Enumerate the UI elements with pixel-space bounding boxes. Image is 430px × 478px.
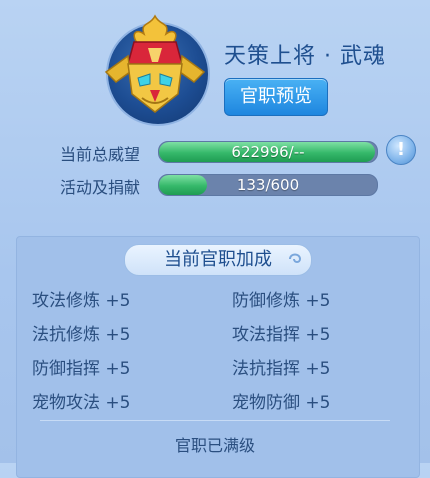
- swirl-right-icon: [289, 253, 302, 263]
- character-title: 天策上将 · 武魂: [224, 44, 386, 69]
- bonus-item: 防御修炼 +5: [232, 291, 331, 311]
- activity-value: 133/600: [236, 176, 300, 194]
- bonus-item: 攻法修炼 +5: [32, 291, 131, 311]
- divider: [40, 420, 390, 421]
- exclamation-icon[interactable]: !: [386, 135, 416, 165]
- bonus-item: 攻法指挥 +5: [232, 325, 331, 345]
- bonus-item: 防御指挥 +5: [32, 359, 131, 379]
- activity-bar: 133/600: [158, 174, 378, 196]
- prestige-bar: 622996/--: [158, 141, 378, 163]
- prestige-value: 622996/--: [231, 143, 305, 161]
- activity-label: 活动及捐献: [60, 178, 141, 197]
- bonus-item: 宠物攻法 +5: [32, 393, 131, 413]
- warrior-helmet-icon: [100, 12, 210, 124]
- bonus-item: 宠物防御 +5: [232, 393, 331, 413]
- rank-preview-button[interactable]: 官职预览: [224, 78, 328, 116]
- helmet-graphic: [104, 14, 206, 113]
- bonus-item: 法抗指挥 +5: [232, 359, 331, 379]
- prestige-label: 当前总威望: [60, 145, 141, 164]
- rank-max-status: 官职已满级: [174, 436, 255, 455]
- bonus-item: 法抗修炼 +5: [32, 325, 131, 345]
- bonus-section-title: 当前官职加成: [124, 244, 312, 276]
